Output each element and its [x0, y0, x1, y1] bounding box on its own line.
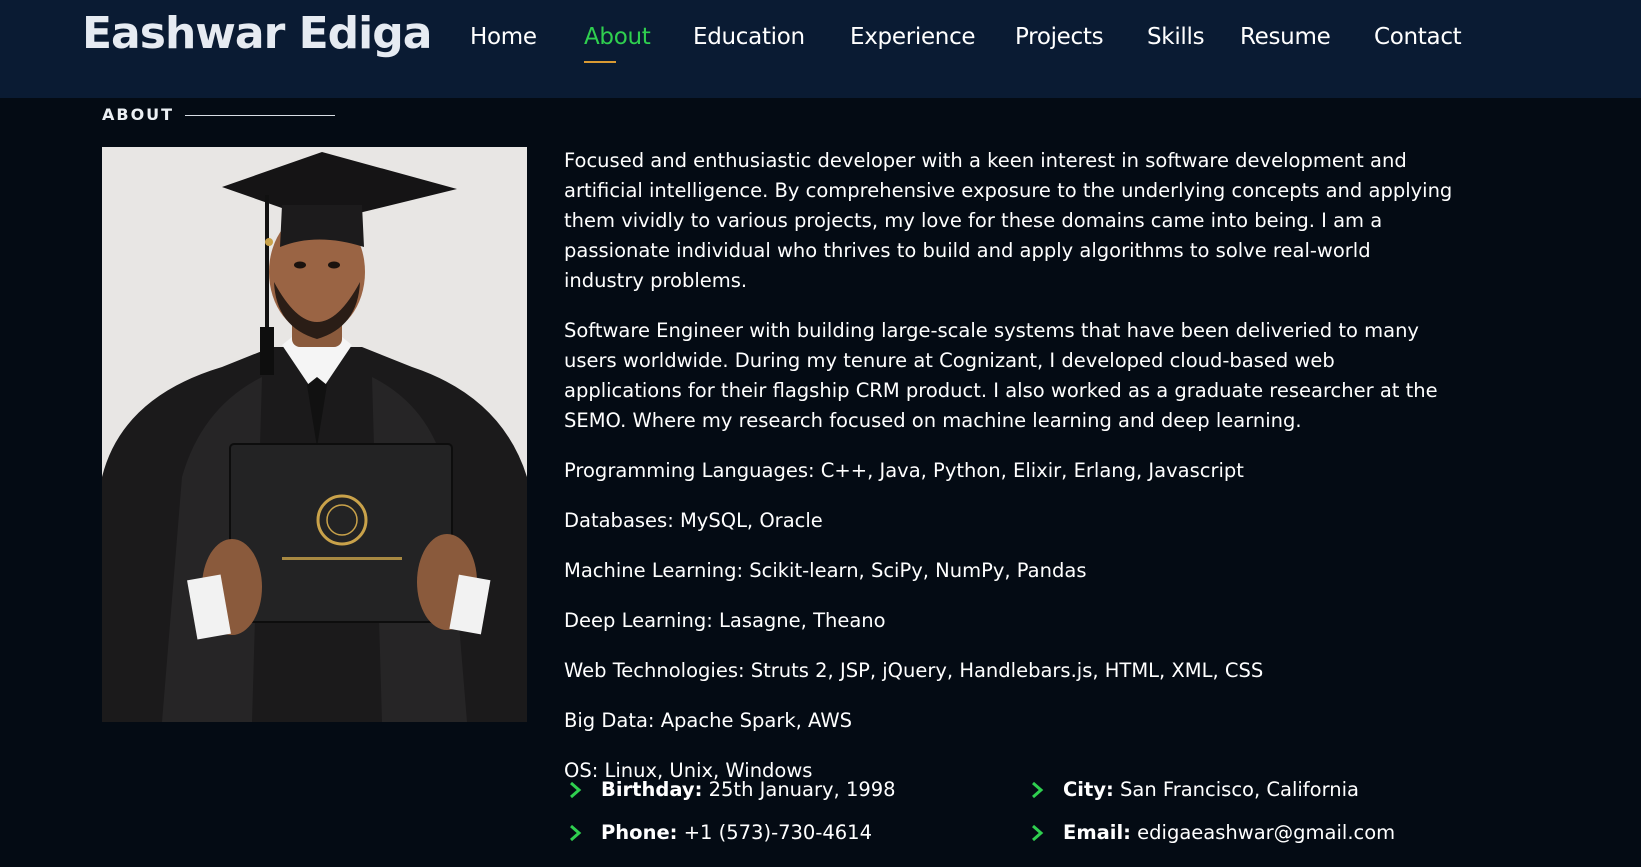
city-label: City: — [1063, 778, 1114, 801]
section-title: ABOUT — [102, 105, 175, 124]
chevron-right-icon — [1032, 824, 1044, 842]
nav-home[interactable]: Home — [470, 24, 537, 50]
nav-skills[interactable]: Skills — [1147, 24, 1205, 50]
nav-about[interactable]: About — [584, 24, 651, 63]
nav-projects[interactable]: Projects — [1015, 24, 1104, 50]
skills-web: Web Technologies: Struts 2, JSP, jQuery,… — [564, 659, 1264, 682]
about-content: Focused and enthusiastic developer with … — [564, 146, 1454, 806]
skills-ml: Machine Learning: Scikit-learn, SciPy, N… — [564, 559, 1087, 582]
nav-resume[interactable]: Resume — [1240, 24, 1331, 50]
skills-dl: Deep Learning: Lasagne, Theano — [564, 609, 886, 632]
section-title-line — [185, 115, 335, 116]
chevron-right-icon — [570, 781, 582, 799]
nav-experience[interactable]: Experience — [850, 24, 976, 50]
skills-languages: Programming Languages: C++, Java, Python… — [564, 459, 1244, 482]
birthday-value: 25th January, 1998 — [708, 778, 896, 801]
skills-bigdata: Big Data: Apache Spark, AWS — [564, 709, 852, 732]
birthday-label: Birthday: — [601, 778, 703, 801]
nav-about-label: About — [584, 24, 651, 50]
chevron-right-icon — [570, 824, 582, 842]
chevron-right-icon — [1032, 781, 1044, 799]
skills-databases: Databases: MySQL, Oracle — [564, 509, 823, 532]
site-header: Eashwar Ediga Home About Education Exper… — [0, 0, 1641, 98]
site-logo[interactable]: Eashwar Ediga — [82, 8, 432, 59]
city-value: San Francisco, California — [1120, 778, 1359, 801]
nav-education[interactable]: Education — [693, 24, 805, 50]
career-paragraph: Software Engineer with building large-sc… — [564, 319, 1438, 432]
phone-value[interactable]: +1 (573)-730-4614 — [684, 821, 872, 844]
email-label: Email: — [1063, 821, 1131, 844]
email-value[interactable]: edigaeashwar@gmail.com — [1137, 821, 1395, 844]
active-underline — [584, 61, 616, 63]
nav-contact[interactable]: Contact — [1374, 24, 1462, 50]
intro-paragraph: Focused and enthusiastic developer with … — [564, 149, 1453, 292]
phone-label: Phone: — [601, 821, 678, 844]
profile-photo — [102, 147, 527, 722]
